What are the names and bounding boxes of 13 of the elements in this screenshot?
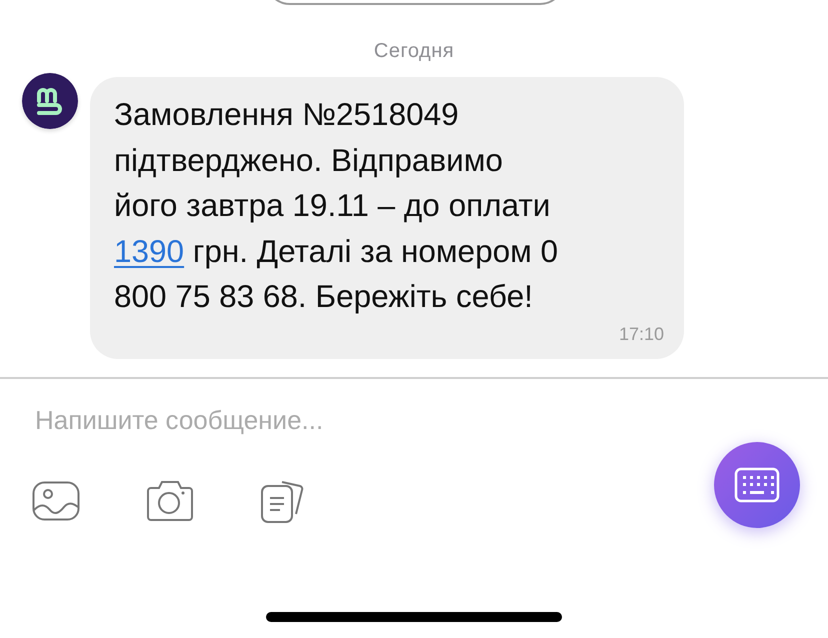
- message-text: підтверджено. Відправимо: [114, 140, 504, 180]
- message-text: 800 75 83 68. Бережіть себе!: [114, 277, 534, 316]
- keyboard-icon: [734, 467, 780, 503]
- message-text: його завтра 19.11 – до оплати: [114, 186, 552, 225]
- message-time: 17:10: [618, 324, 664, 344]
- gallery-icon[interactable]: [32, 480, 80, 520]
- date-separator: Сегодня: [374, 40, 454, 63]
- amount-link[interactable]: 1390: [114, 232, 184, 268]
- avatar-icon[interactable]: [22, 73, 78, 129]
- camera-icon[interactable]: [146, 480, 194, 522]
- message-text: Замовлення №2518049: [114, 95, 460, 134]
- message-text: 1390 грн. Деталі за номером 0: [114, 232, 560, 270]
- message-input-field[interactable]: Напишите сообщение...: [35, 404, 535, 436]
